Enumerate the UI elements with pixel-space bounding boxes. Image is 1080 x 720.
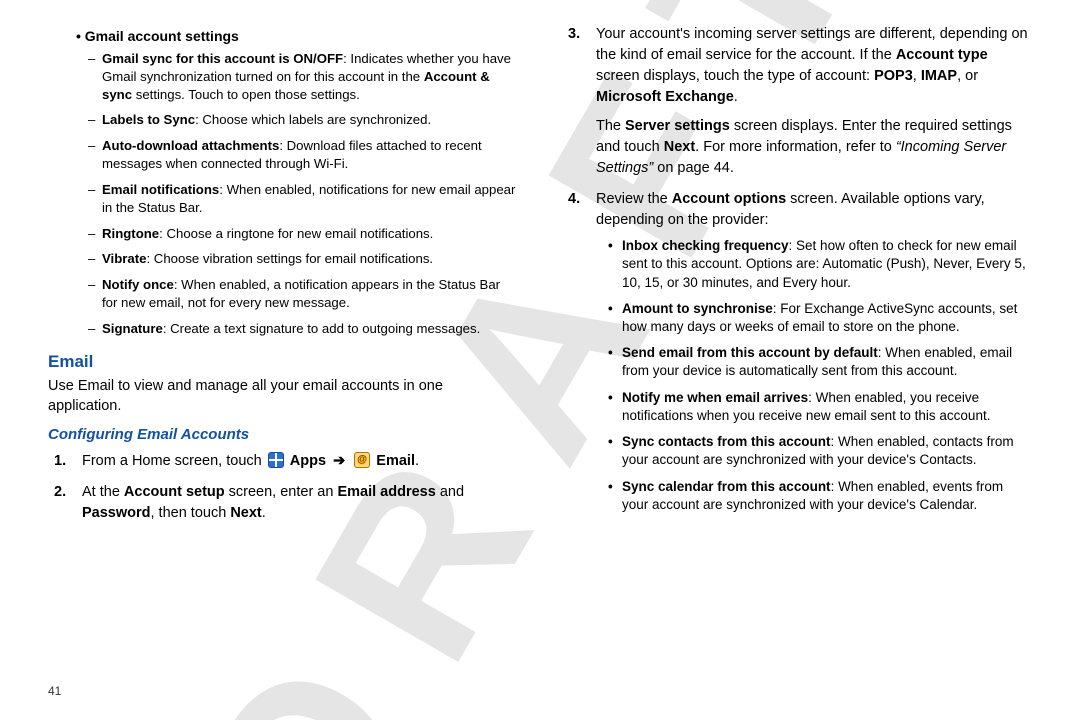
- step-number: 2.: [54, 482, 66, 503]
- step-bold: Account type: [896, 47, 988, 63]
- step-2: 2. At the Account setup screen, enter an…: [82, 482, 518, 524]
- list-item: Inbox checking frequency: Set how often …: [622, 237, 1032, 292]
- list-item: Labels to Sync: Choose which labels are …: [102, 111, 518, 129]
- step-end: .: [734, 89, 738, 105]
- step-bold: Account options: [672, 191, 786, 207]
- step-bold: IMAP: [921, 68, 957, 84]
- step-number: 4.: [568, 189, 580, 210]
- item-lead: Labels to Sync: [102, 112, 195, 127]
- item-text: : Create a text signature to add to outg…: [163, 321, 480, 336]
- step-bold: Server settings: [625, 118, 730, 134]
- step-text: screen displays, touch the type of accou…: [596, 68, 874, 84]
- step-1: 1. From a Home screen, touch Apps ➔ Emai…: [82, 451, 518, 472]
- step-text: At the: [82, 484, 124, 500]
- item-lead: Send email from this account by default: [622, 345, 878, 360]
- page-content: Gmail account settings Gmail sync for th…: [0, 0, 1080, 720]
- step-end: .: [262, 505, 266, 521]
- email-icon: [354, 452, 370, 468]
- steps-list-left: 1. From a Home screen, touch Apps ➔ Emai…: [48, 451, 518, 524]
- step-number: 3.: [568, 24, 580, 45]
- list-item: Sync calendar from this account: When en…: [622, 478, 1032, 514]
- list-item: Signature: Create a text signature to ad…: [102, 320, 518, 338]
- list-item: Vibrate: Choose vibration settings for e…: [102, 250, 518, 268]
- item-text: : Choose which labels are synchronized.: [195, 112, 431, 127]
- section-title-email: Email: [48, 352, 518, 372]
- item-lead: Notify once: [102, 277, 174, 292]
- step-3: 3. Your account's incoming server settin…: [596, 24, 1032, 179]
- steps-list-right: 3. Your account's incoming server settin…: [562, 24, 1032, 514]
- item-text: : Choose a ringtone for new email notifi…: [159, 226, 433, 241]
- step-text: , then touch: [151, 505, 231, 521]
- step-text: on page 44.: [653, 160, 734, 176]
- list-item: Send email from this account by default:…: [622, 344, 1032, 380]
- step-bold: Microsoft Exchange: [596, 89, 734, 105]
- item-text2: settings. Touch to open those settings.: [132, 87, 360, 102]
- step-4: 4. Review the Account options screen. Av…: [596, 189, 1032, 514]
- apps-icon: [268, 452, 284, 468]
- subheading-configuring: Configuring Email Accounts: [48, 426, 518, 443]
- step-bold: Account setup: [124, 484, 225, 500]
- gmail-settings-heading: Gmail account settings: [76, 28, 518, 44]
- step-bold: Next: [664, 139, 695, 155]
- arrow-icon: ➔: [333, 453, 345, 469]
- email-label: Email: [376, 453, 415, 469]
- list-item: Sync contacts from this account: When en…: [622, 433, 1032, 469]
- item-lead: Ringtone: [102, 226, 159, 241]
- list-item: Auto-download attachments: Download file…: [102, 137, 518, 173]
- item-lead: Amount to synchronise: [622, 301, 773, 316]
- item-lead: Vibrate: [102, 251, 146, 266]
- apps-label: Apps: [290, 453, 326, 469]
- item-lead: Gmail sync for this account is ON/OFF: [102, 51, 343, 66]
- step-text: ,: [913, 68, 921, 84]
- step-text: . For more information, refer to: [695, 139, 896, 155]
- left-column: Gmail account settings Gmail sync for th…: [48, 24, 540, 710]
- item-lead: Email notifications: [102, 182, 219, 197]
- step-text: The: [596, 118, 625, 134]
- step-text: Review the: [596, 191, 672, 207]
- list-item: Notify me when email arrives: When enabl…: [622, 389, 1032, 425]
- step-number: 1.: [54, 451, 66, 472]
- list-item: Gmail sync for this account is ON/OFF: I…: [102, 50, 518, 103]
- list-item: Notify once: When enabled, a notificatio…: [102, 276, 518, 312]
- right-column: 3. Your account's incoming server settin…: [540, 24, 1032, 710]
- item-lead: Signature: [102, 321, 163, 336]
- item-lead: Inbox checking frequency: [622, 238, 789, 253]
- step-end: .: [415, 453, 419, 469]
- gmail-settings-list: Gmail sync for this account is ON/OFF: I…: [48, 50, 518, 338]
- step-text: , or: [957, 68, 978, 84]
- step-text: and: [436, 484, 464, 500]
- account-options-list: Inbox checking frequency: Set how often …: [596, 237, 1032, 514]
- item-lead: Sync contacts from this account: [622, 434, 831, 449]
- step-bold: Password: [82, 505, 151, 521]
- step-bold: Next: [230, 505, 261, 521]
- step-bold: Email address: [337, 484, 435, 500]
- step-text: From a Home screen, touch: [82, 453, 266, 469]
- list-item: Amount to synchronise: For Exchange Acti…: [622, 300, 1032, 336]
- step-text: screen, enter an: [225, 484, 338, 500]
- item-lead: Sync calendar from this account: [622, 479, 831, 494]
- item-lead: Notify me when email arrives: [622, 390, 808, 405]
- item-lead: Auto-download attachments: [102, 138, 279, 153]
- item-text: : Choose vibration settings for email no…: [146, 251, 433, 266]
- list-item: Ringtone: Choose a ringtone for new emai…: [102, 225, 518, 243]
- step-bold: POP3: [874, 68, 913, 84]
- list-item: Email notifications: When enabled, notif…: [102, 181, 518, 217]
- section-body: Use Email to view and manage all your em…: [48, 376, 518, 417]
